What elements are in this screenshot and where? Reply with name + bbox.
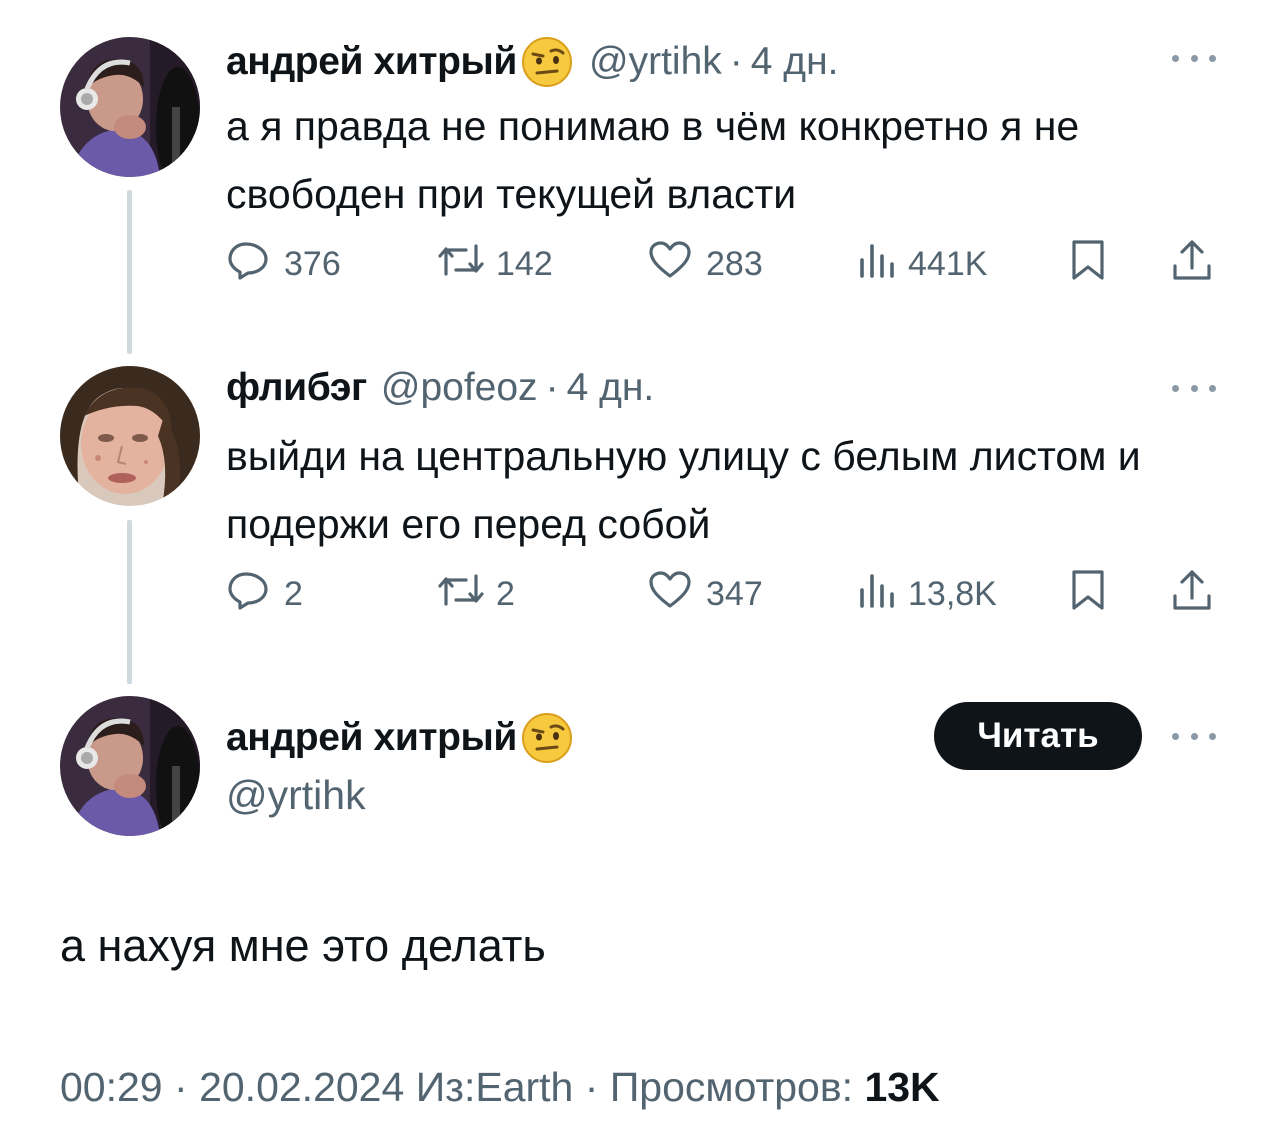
repost-count: 2 <box>496 574 515 613</box>
more-icon[interactable] <box>1170 726 1218 746</box>
tweet-meta: 00:29 · 20.02.2024 Из:Earth · Просмотров… <box>60 1064 940 1111</box>
repost-count: 142 <box>496 244 553 283</box>
action-bar: 376 142 283 441K <box>226 239 1216 289</box>
timestamp[interactable]: 4 дн. <box>567 366 655 410</box>
views-value: 13K <box>864 1064 940 1110</box>
tweet-header: флибэг @pofeoz · 4 дн. <box>226 362 654 414</box>
thread-line <box>127 520 132 684</box>
tweet-source: Из:Earth <box>415 1064 574 1110</box>
views-icon <box>856 570 900 619</box>
bookmark-icon <box>1068 238 1108 291</box>
reply-count: 2 <box>284 574 303 613</box>
repost-button[interactable]: 142 <box>434 242 553 286</box>
tweet-time[interactable]: 00:29 <box>60 1064 163 1110</box>
like-icon <box>648 240 692 289</box>
tweet-header: андрей хитрый @yrtihk · 4 дн. <box>226 36 838 88</box>
handle[interactable]: @yrtihk <box>589 40 722 84</box>
reply-button[interactable]: 376 <box>226 240 341 289</box>
like-button[interactable]: 347 <box>648 570 763 619</box>
more-icon[interactable] <box>1170 48 1218 68</box>
emoji-face-icon <box>521 712 573 764</box>
views-button[interactable]: 441K <box>856 242 987 286</box>
views-count: 13,8K <box>908 574 997 613</box>
views-label: Просмотров: <box>609 1064 854 1110</box>
like-count: 283 <box>706 244 763 283</box>
bookmark-icon <box>1068 568 1108 621</box>
reply-icon <box>226 240 270 289</box>
follow-button[interactable]: Читать <box>934 702 1142 770</box>
handle[interactable]: @pofeoz <box>381 366 538 410</box>
emoji-face-icon <box>521 36 573 88</box>
share-button[interactable] <box>1170 239 1214 286</box>
avatar[interactable] <box>60 366 200 506</box>
reply-button[interactable]: 2 <box>226 570 303 619</box>
views-count: 441K <box>908 244 988 283</box>
like-button[interactable]: 283 <box>648 240 763 289</box>
tweet-date[interactable]: 20.02.2024 <box>199 1064 404 1110</box>
reply-count: 376 <box>284 244 341 283</box>
reply-icon <box>226 570 270 619</box>
like-icon <box>648 570 692 619</box>
thread-line <box>127 190 132 354</box>
timestamp[interactable]: 4 дн. <box>751 40 839 84</box>
share-icon <box>1170 238 1214 291</box>
views-icon <box>856 240 900 289</box>
share-icon <box>1170 568 1214 621</box>
handle[interactable]: @yrtihk <box>226 772 366 819</box>
avatar[interactable] <box>60 696 200 836</box>
repost-button[interactable]: 2 <box>434 572 515 616</box>
more-icon[interactable] <box>1170 378 1218 398</box>
separator-dot: · <box>174 1064 188 1110</box>
display-name[interactable]: андрей хитрый <box>226 716 517 760</box>
tweet-text: выйди на центральную улицу с белым листо… <box>226 433 1141 547</box>
like-count: 347 <box>706 574 763 613</box>
separator-dot: · <box>584 1064 599 1110</box>
share-button[interactable] <box>1170 569 1214 616</box>
display-name[interactable]: флибэг <box>226 366 367 410</box>
action-bar: 2 2 347 13,8K <box>226 569 1216 619</box>
main-author: андрей хитрый <box>226 712 589 764</box>
bookmark-button[interactable] <box>1068 239 1108 286</box>
avatar[interactable] <box>60 37 200 177</box>
tweet-text: а я правда не понимаю в чём конкретно я … <box>226 103 1080 217</box>
repost-icon <box>434 240 488 289</box>
display-name[interactable]: андрей хитрый <box>226 40 517 84</box>
views-button[interactable]: 13,8K <box>856 572 997 616</box>
tweet-text: а нахуя мне это делать <box>60 920 546 971</box>
repost-icon <box>434 570 488 619</box>
bookmark-button[interactable] <box>1068 569 1108 616</box>
separator-dot: · <box>545 366 559 409</box>
separator-dot: · <box>729 40 743 83</box>
